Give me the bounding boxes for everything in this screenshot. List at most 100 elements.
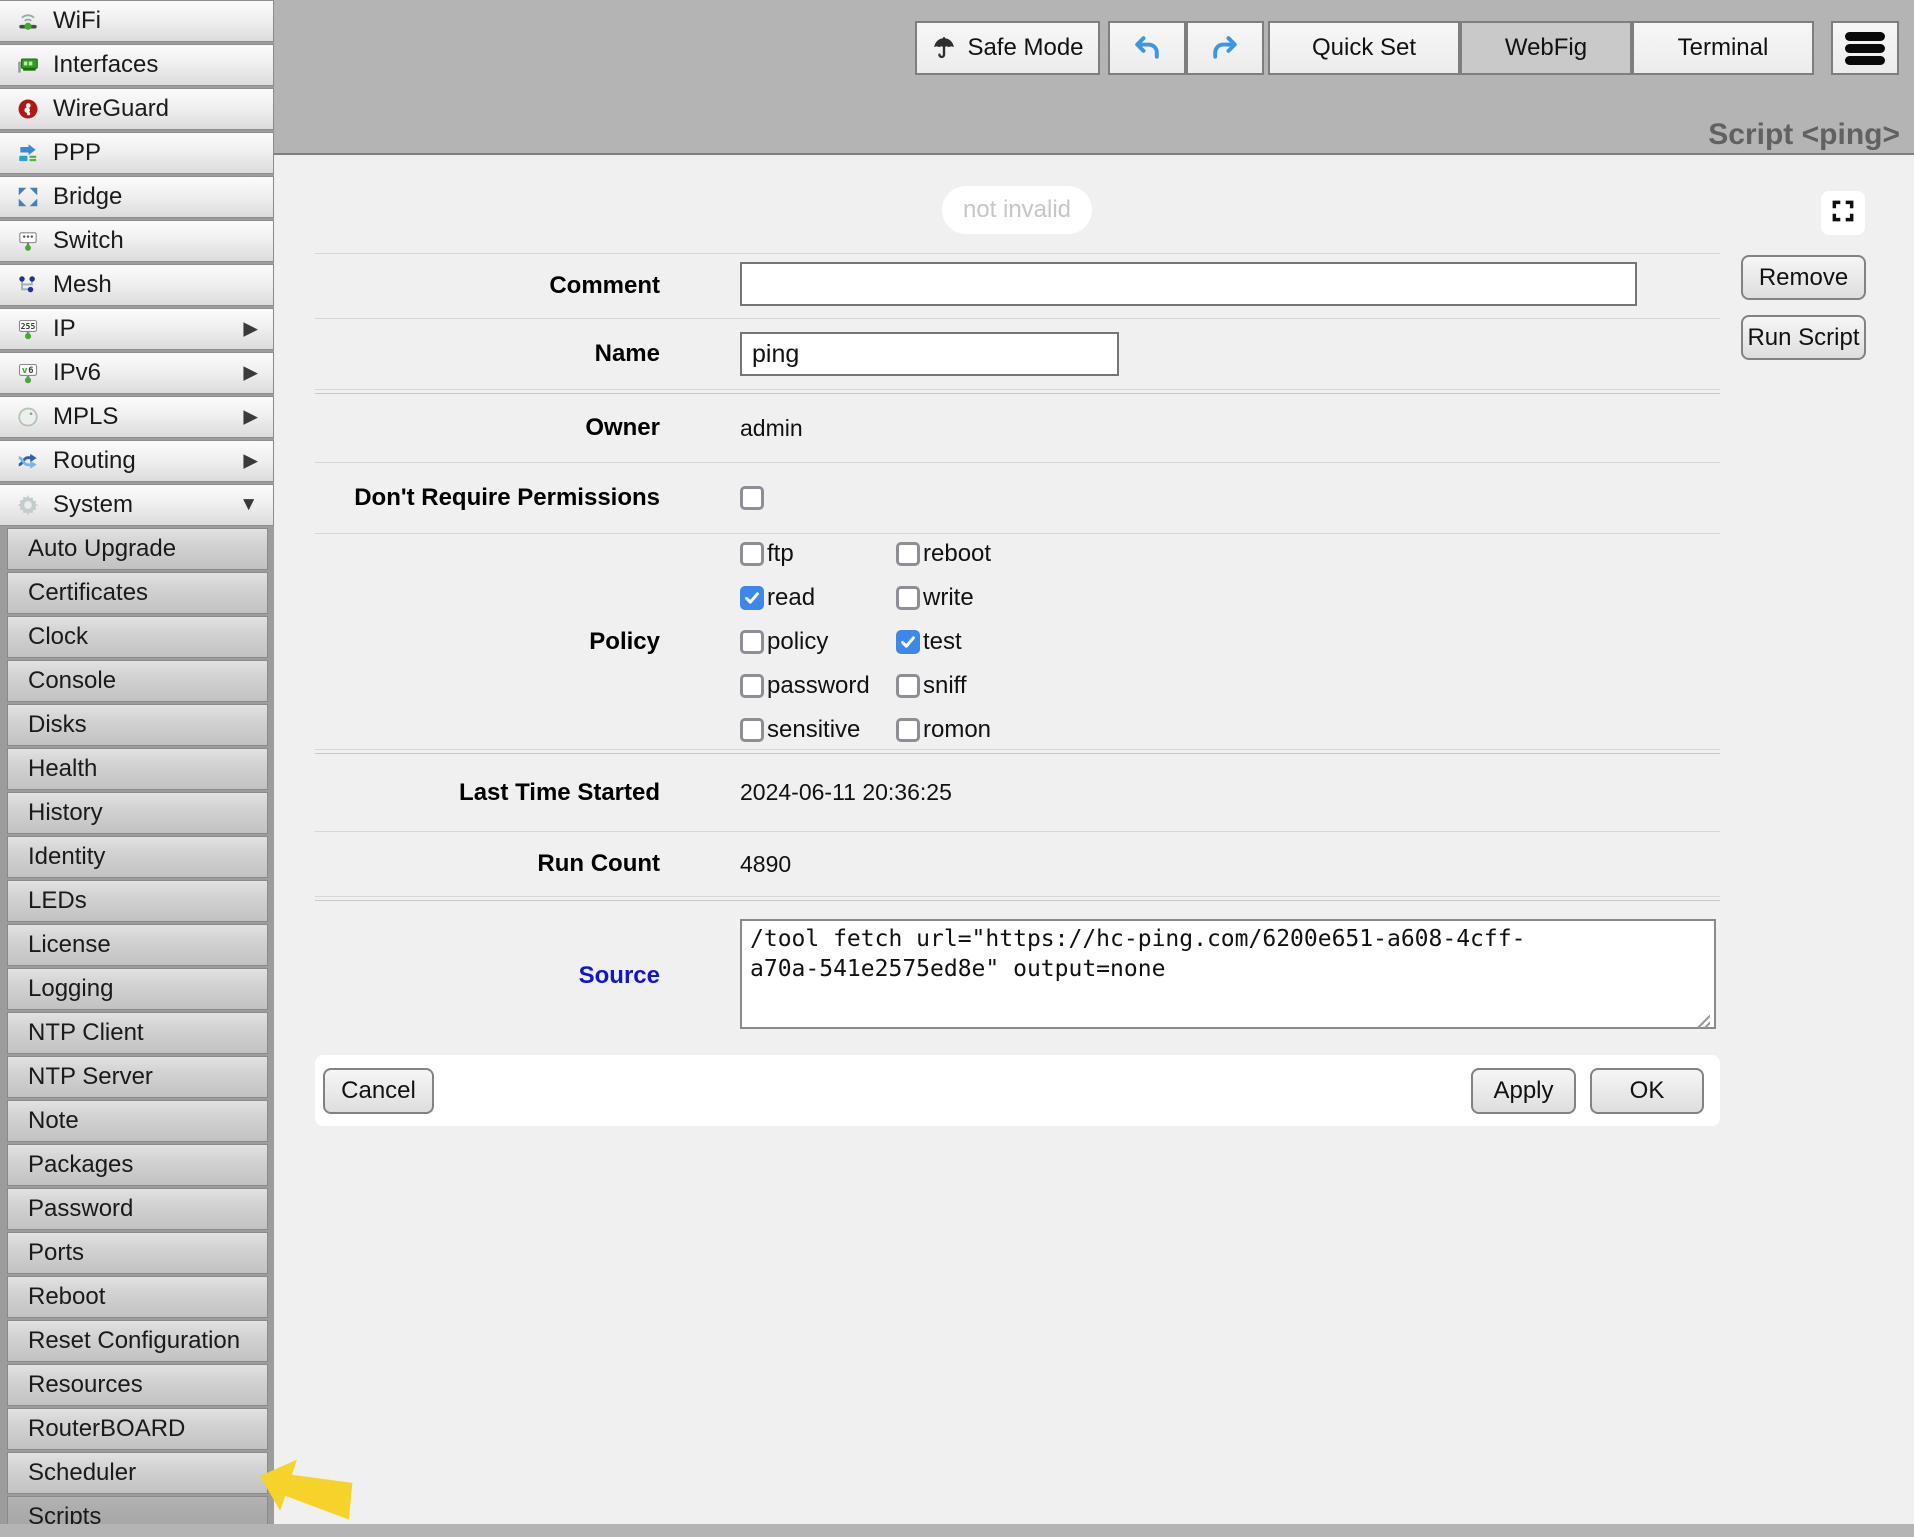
sidebar-item-routing[interactable]: Routing▶ [0,440,274,482]
policy-option-label: ftp [767,540,794,568]
policy-checkbox-policy[interactable] [740,630,764,654]
sidebar-item-console[interactable]: Console [7,660,268,702]
sidebar-item-ports[interactable]: Ports [7,1232,268,1274]
sidebar-item-logging[interactable]: Logging [7,968,268,1010]
redo-icon [1210,33,1240,63]
sidebar-item-reset-configuration[interactable]: Reset Configuration [7,1320,268,1362]
sidebar-item-wireguard[interactable]: WireGuard [0,88,274,130]
sidebar-item-scripts[interactable]: Scripts [7,1496,268,1524]
run-script-button[interactable]: Run Script [1741,315,1866,360]
chevron-right-icon: ▶ [243,318,258,341]
sidebar-item-scheduler[interactable]: Scheduler [7,1452,268,1494]
script-form: Comment Name Owner admin Don't Require P… [315,253,1720,1051]
sidebar-item-label: IP [53,315,76,343]
sidebar-item-history[interactable]: History [7,792,268,834]
apply-button[interactable]: Apply [1471,1068,1576,1114]
sidebar-item-ip[interactable]: 255 IP ▶ [0,308,274,350]
sidebar-item-system[interactable]: System▼ [0,484,274,526]
tab-webfig[interactable]: WebFig [1460,21,1632,75]
cancel-button[interactable]: Cancel [323,1068,434,1114]
sidebar-item-bridge[interactable]: Bridge [0,176,274,218]
policy-option-sniff: sniff [896,672,991,700]
policy-option-label: reboot [923,540,991,568]
tab-quick-set[interactable]: Quick Set [1268,21,1460,75]
sidebar-item-password[interactable]: Password [7,1188,268,1230]
sidebar-item-note[interactable]: Note [7,1100,268,1142]
policy-checkbox-romon[interactable] [896,718,920,742]
sidebar-item-leds[interactable]: LEDs [7,880,268,922]
policy-option-label: write [923,584,974,612]
item-action-buttons: Remove Run Script [1741,255,1866,360]
sidebar-item-resources[interactable]: Resources [7,1364,268,1406]
remove-button[interactable]: Remove [1741,255,1866,300]
svg-text:255: 255 [21,321,36,331]
sidebar-item-label: Console [28,667,116,695]
sidebar-item-certificates[interactable]: Certificates [7,572,268,614]
ok-button[interactable]: OK [1590,1068,1704,1114]
policy-checkbox-ftp[interactable] [740,542,764,566]
dont-require-permissions-label: Don't Require Permissions [315,484,740,512]
redo-button[interactable] [1186,21,1264,75]
quick-set-label: Quick Set [1312,34,1416,62]
comment-row: Comment [315,254,1720,318]
policy-checkbox-reboot[interactable] [896,542,920,566]
routing-icon [16,449,40,473]
svg-text:v: v [22,366,28,376]
last-time-started-row: Last Time Started 2024-06-11 20:36:25 [315,754,1720,831]
fullscreen-corners-icon [1830,198,1856,229]
hamburger-menu-button[interactable] [1831,21,1899,75]
sidebar-item-mesh[interactable]: Mesh [0,264,274,306]
sidebar-item-switch[interactable]: Switch [0,220,274,262]
policy-checkbox-sniff[interactable] [896,674,920,698]
sidebar-item-ntp-server[interactable]: NTP Server [7,1056,268,1098]
policy-option-label: romon [923,716,991,744]
sidebar-item-mpls[interactable]: MPLS▶ [0,396,274,438]
sidebar-item-label: Bridge [53,183,122,211]
sidebar-item-reboot[interactable]: Reboot [7,1276,268,1318]
dont-require-permissions-checkbox[interactable] [740,486,764,510]
sidebar-item-interfaces[interactable]: Interfaces [0,44,274,86]
source-field[interactable]: /tool fetch url="https://hc-ping.com/620… [740,919,1716,1029]
last-time-started-label: Last Time Started [315,779,740,807]
fullscreen-button[interactable] [1821,191,1865,235]
policy-option-label: sensitive [767,716,860,744]
sidebar-item-ipv6[interactable]: v6IPv6▶ [0,352,274,394]
policy-option-password: password [740,672,896,700]
safe-mode-button[interactable]: Safe Mode [915,21,1100,75]
svg-text:6: 6 [28,366,33,376]
sidebar-item-label: Logging [28,975,113,1003]
sidebar-item-packages[interactable]: Packages [7,1144,268,1186]
sidebar-item-auto-upgrade[interactable]: Auto Upgrade [7,528,268,570]
policy-checkbox-read[interactable] [740,586,764,610]
name-field[interactable] [740,332,1119,376]
sidebar-item-disks[interactable]: Disks [7,704,268,746]
sidebar-item-health[interactable]: Health [7,748,268,790]
comment-field[interactable] [740,262,1637,306]
policy-checkbox-test[interactable] [896,630,920,654]
wireguard-icon [16,97,40,121]
sidebar-item-routerboard[interactable]: RouterBOARD [7,1408,268,1450]
umbrella-icon [931,35,957,61]
sidebar-item-ppp[interactable]: PPP [0,132,274,174]
sidebar-item-label: NTP Client [28,1019,144,1047]
sidebar-item-label: Note [28,1107,79,1135]
tab-terminal[interactable]: Terminal [1632,21,1814,75]
undo-button[interactable] [1108,21,1186,75]
policy-checkbox-write[interactable] [896,586,920,610]
sidebar-item-license[interactable]: License [7,924,268,966]
sidebar-item-clock[interactable]: Clock [7,616,268,658]
sidebar-item-wifi[interactable]: WiFi [0,0,274,42]
sidebar-item-label: WireGuard [53,95,169,123]
sidebar-item-label: Auto Upgrade [28,535,176,563]
policy-option-policy: policy [740,628,896,656]
policy-option-label: sniff [923,672,967,700]
ip-icon: 255 [16,317,40,341]
sidebar-item-label: Packages [28,1151,133,1179]
sidebar-item-label: Certificates [28,579,148,607]
policy-checkbox-sensitive[interactable] [740,718,764,742]
policy-checkbox-password[interactable] [740,674,764,698]
sidebar-item-identity[interactable]: Identity [7,836,268,878]
run-count-row: Run Count 4890 [315,832,1720,896]
sidebar-item-ntp-client[interactable]: NTP Client [7,1012,268,1054]
policy-option-ftp: ftp [740,540,896,568]
